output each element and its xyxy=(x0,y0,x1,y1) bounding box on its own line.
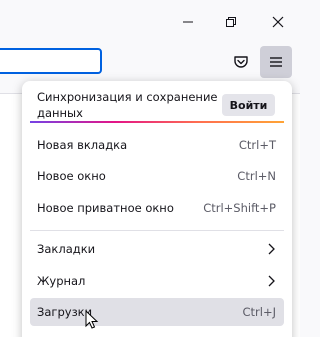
close-icon xyxy=(272,16,284,28)
menu-item-shortcut: Ctrl+J xyxy=(242,305,277,319)
minimize-icon xyxy=(183,21,193,23)
url-bar[interactable] xyxy=(0,48,102,74)
app-menu-button[interactable] xyxy=(260,46,292,78)
menu-item-shortcut: Ctrl+N xyxy=(237,169,276,183)
menu-item-downloads[interactable]: Загрузки Ctrl+J xyxy=(30,298,284,326)
sync-section: Синхронизация и сохранение данных Войти xyxy=(22,85,292,125)
hamburger-menu-icon xyxy=(270,57,282,67)
menu-separator xyxy=(30,230,284,231)
restore-icon xyxy=(226,17,236,27)
menu-item-bookmarks[interactable]: Закладки xyxy=(30,235,284,263)
menu-item-new-window[interactable]: Новое окно Ctrl+N xyxy=(30,162,284,190)
menu-item-new-tab[interactable]: Новая вкладка Ctrl+T xyxy=(30,131,284,159)
menu-item-shortcut: Ctrl+Shift+P xyxy=(203,201,276,215)
pocket-button[interactable] xyxy=(225,46,257,78)
menu-item-label: Журнал xyxy=(37,274,86,288)
sign-in-button[interactable]: Войти xyxy=(222,94,275,116)
browser-window: Синхронизация и сохранение данных Войти … xyxy=(0,0,300,337)
menu-item-label: Новое приватное окно xyxy=(37,201,174,215)
menu-item-label: Загрузки xyxy=(37,305,93,319)
minimize-button[interactable] xyxy=(165,8,211,36)
mouse-cursor-icon xyxy=(85,310,99,329)
menu-item-label: Новое окно xyxy=(37,169,106,183)
close-button[interactable] xyxy=(255,8,300,36)
menu-item-new-private-window[interactable]: Новое приватное окно Ctrl+Shift+P xyxy=(30,194,284,222)
pocket-icon xyxy=(234,56,248,68)
menu-item-shortcut: Ctrl+T xyxy=(238,138,276,152)
menu-item-label: Новая вкладка xyxy=(37,138,128,152)
app-menu-panel: Синхронизация и сохранение данных Войти … xyxy=(22,81,292,337)
menu-item-label: Закладки xyxy=(37,242,96,256)
sync-accent-line xyxy=(30,121,284,123)
chevron-right-icon xyxy=(266,242,278,259)
restore-button[interactable] xyxy=(208,8,254,36)
menu-item-history[interactable]: Журнал xyxy=(30,267,284,295)
chevron-right-icon xyxy=(266,274,278,291)
sync-description: Синхронизация и сохранение данных xyxy=(37,90,218,120)
